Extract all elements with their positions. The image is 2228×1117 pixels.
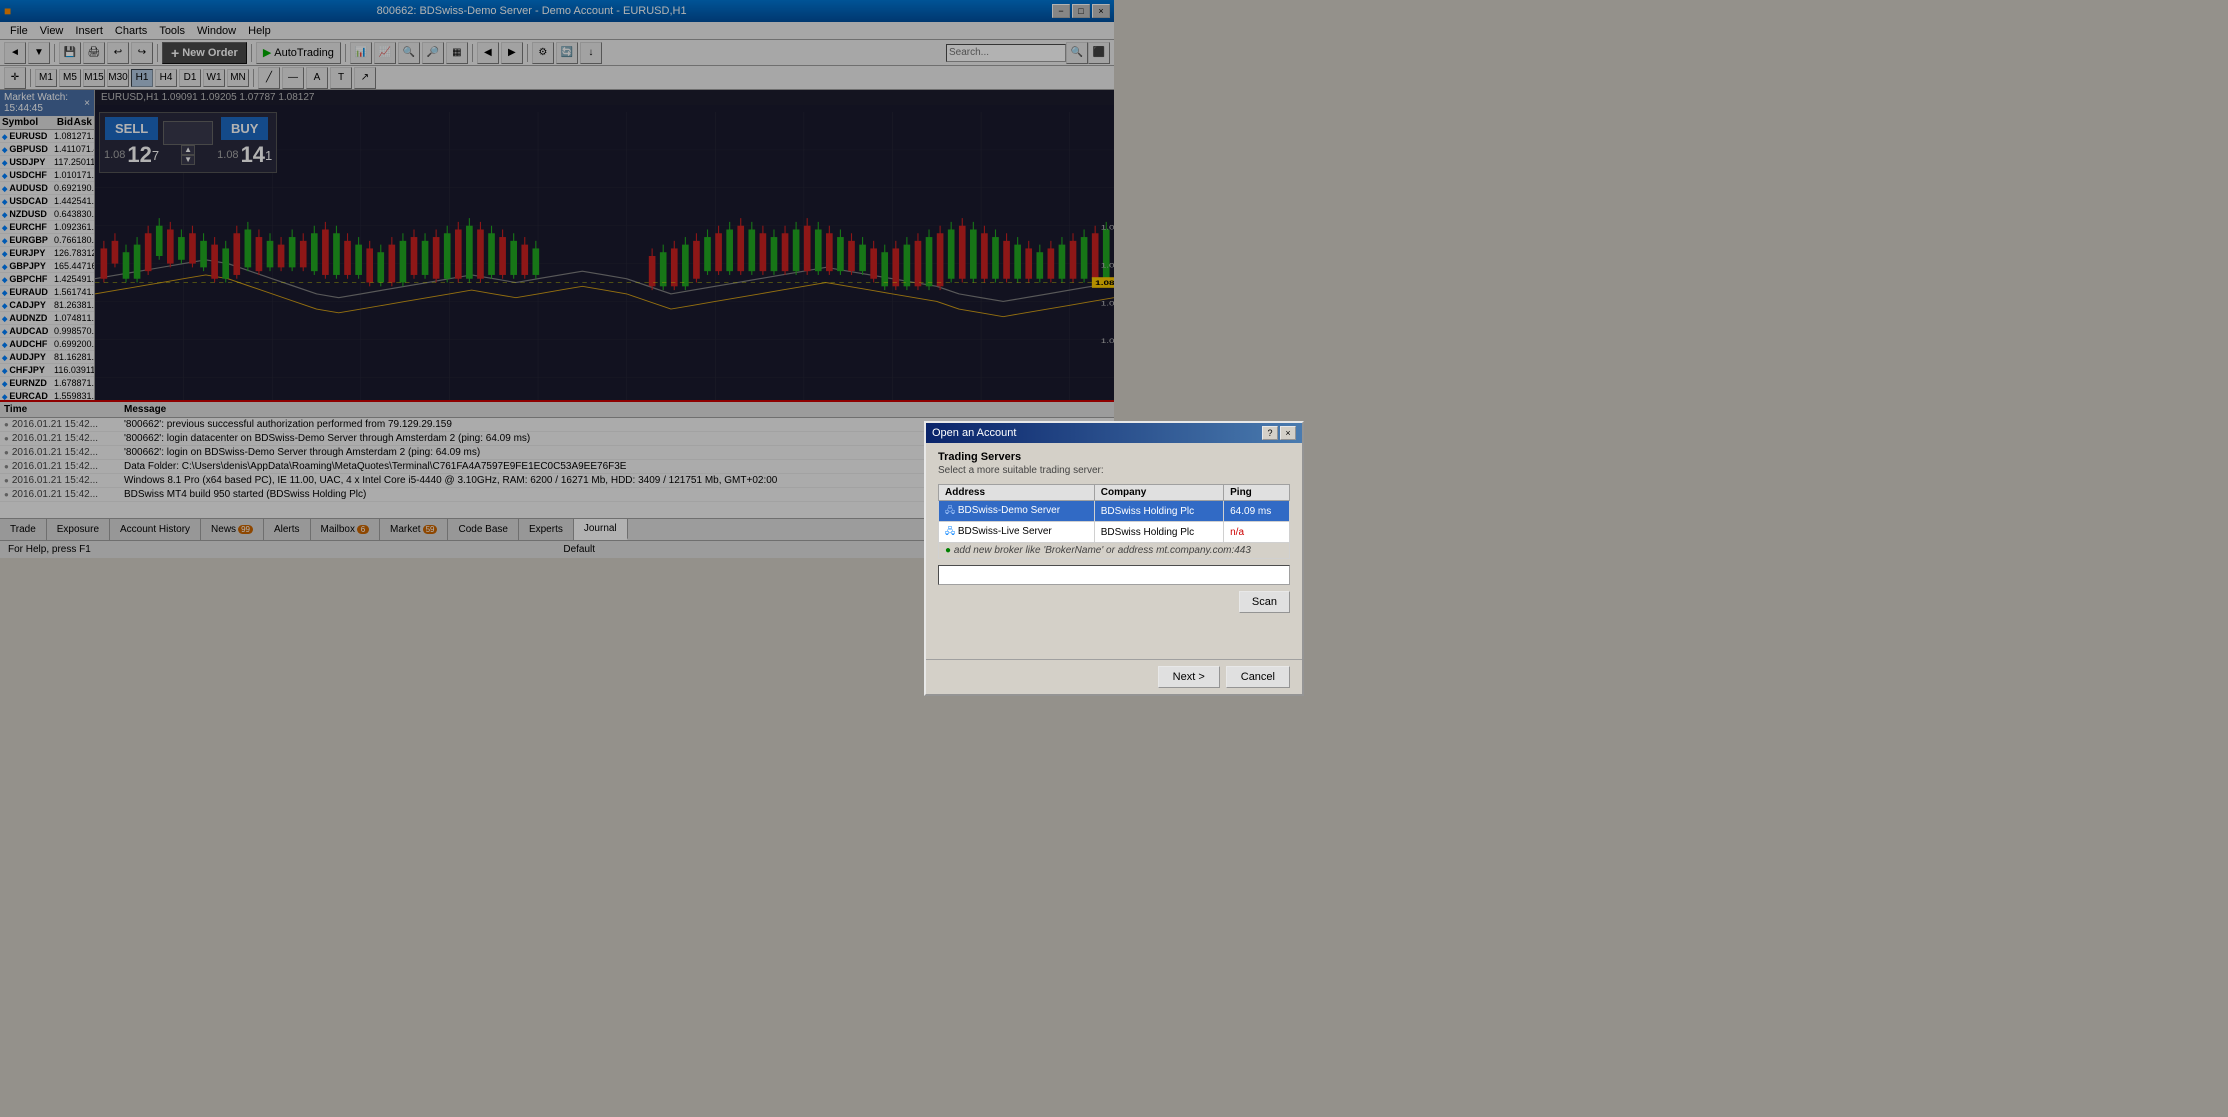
open-account-dialog: Open an Account ? × Trading Servers Sele… <box>924 421 1114 558</box>
add-broker-text: ● add new broker like 'BrokerName' or ad… <box>939 543 1115 559</box>
server-table: Address Company Ping 🖧 BDSwiss-Demo Serv… <box>938 484 1114 558</box>
dialog-section-title: Trading Servers <box>938 451 1114 463</box>
server-company: BDSwiss Holding Plc <box>1094 522 1114 543</box>
server-tbody: 🖧 BDSwiss-Demo Server BDSwiss Holding Pl… <box>939 501 1115 559</box>
col-address: Address <box>939 485 1095 501</box>
add-icon: ● <box>945 545 951 556</box>
add-broker-row[interactable]: ● add new broker like 'BrokerName' or ad… <box>939 543 1115 559</box>
col-company: Company <box>1094 485 1114 501</box>
server-address: 🖧 BDSwiss-Live Server <box>939 522 1095 543</box>
dialog-title: Open an Account <box>932 427 1016 439</box>
server-icon: 🖧 <box>945 505 955 515</box>
dialog-body: Trading Servers Select a more suitable t… <box>926 443 1114 558</box>
dialog-section-subtitle: Select a more suitable trading server: <box>938 465 1114 476</box>
server-row[interactable]: 🖧 BDSwiss-Live Server BDSwiss Holding Pl… <box>939 522 1115 543</box>
server-icon: 🖧 <box>945 526 955 536</box>
dialog-titlebar: Open an Account ? × <box>926 423 1114 443</box>
modal-overlay: Open an Account ? × Trading Servers Sele… <box>0 0 1114 558</box>
server-row[interactable]: 🖧 BDSwiss-Demo Server BDSwiss Holding Pl… <box>939 501 1115 522</box>
server-address: 🖧 BDSwiss-Demo Server <box>939 501 1095 522</box>
server-company: BDSwiss Holding Plc <box>1094 501 1114 522</box>
